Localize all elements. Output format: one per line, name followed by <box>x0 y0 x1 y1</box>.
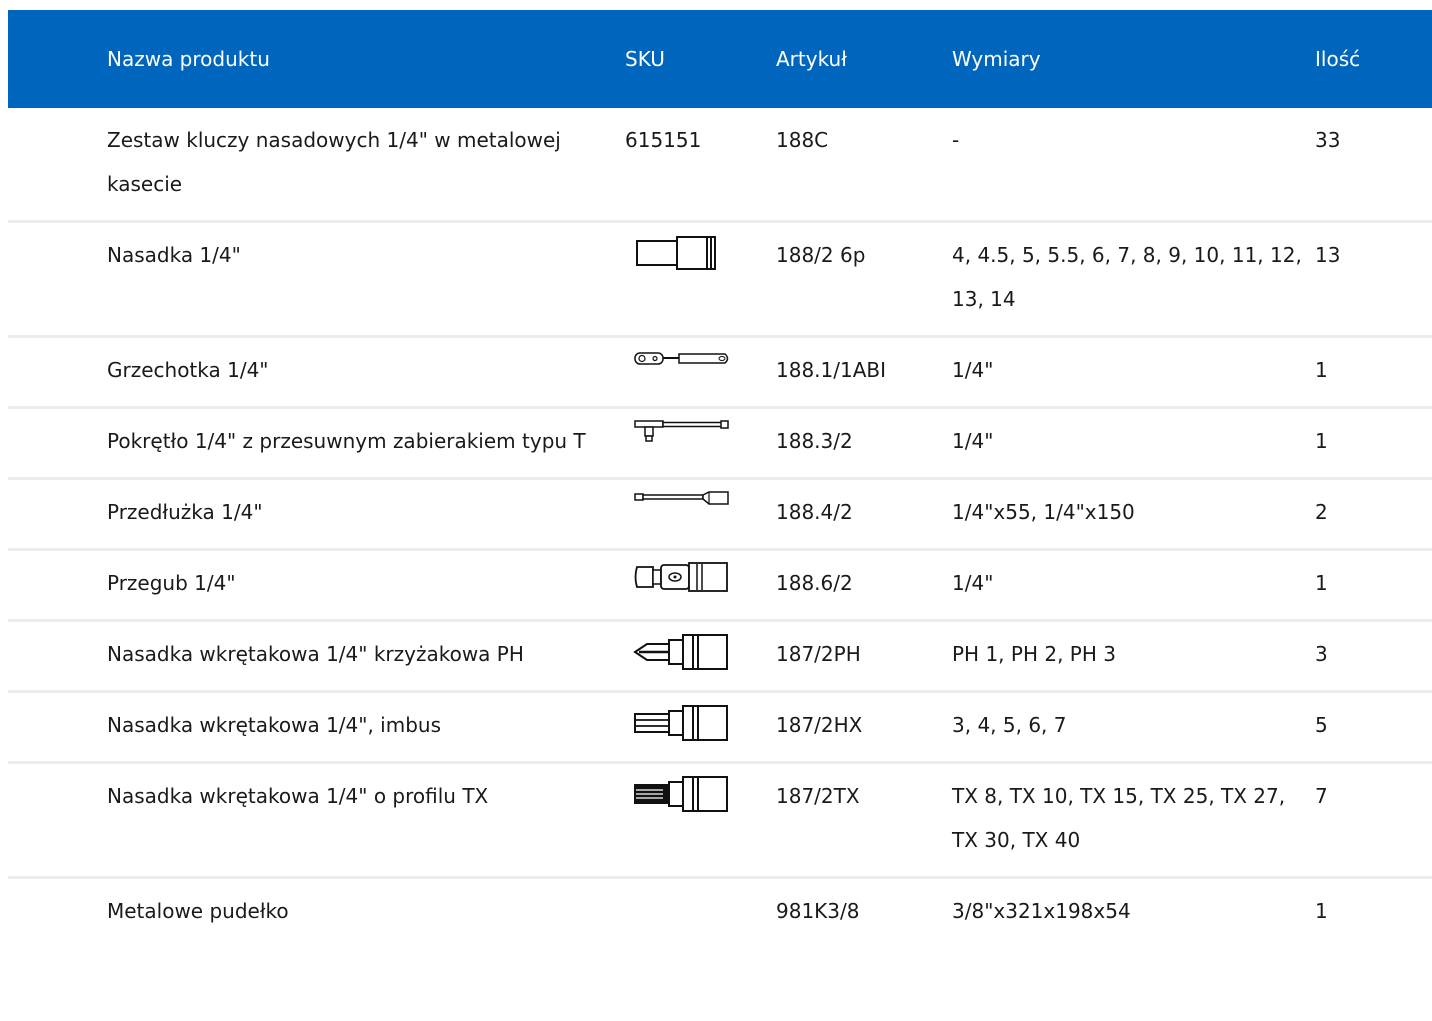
cell-dimensions: 1/4" <box>952 358 994 382</box>
cell-quantity: 1 <box>1315 429 1328 453</box>
cell-quantity: 13 <box>1315 243 1341 267</box>
cell-sku <box>625 763 776 878</box>
ratchet-icon <box>634 352 729 365</box>
column-header-name[interactable]: Nazwa produktu <box>8 10 625 108</box>
cell-dimensions: PH 1, PH 2, PH 3 <box>952 642 1116 666</box>
cell-name: Przegub 1/4" <box>107 571 236 595</box>
socket-icon <box>636 236 716 270</box>
column-header-article[interactable]: Artykuł <box>776 10 952 108</box>
table-header-row: Nazwa produktu SKU Artykuł Wymiary Ilość <box>8 10 1432 108</box>
cell-name: Grzechotka 1/4" <box>107 358 269 382</box>
column-header-quantity[interactable]: Ilość <box>1315 10 1432 108</box>
phillips-bit-socket-icon <box>633 634 728 670</box>
table-row: Nasadka 1/4" 188/2 6p 4, 4.5, 5, 5.5, 6,… <box>8 222 1432 337</box>
table-row: Pokrętło 1/4" z przesuwnym zabierakiem t… <box>8 408 1432 479</box>
cell-dimensions: 3/8"x321x198x54 <box>952 899 1131 923</box>
cell-article: 981K3/8 <box>776 899 860 923</box>
cell-quantity: 2 <box>1315 500 1328 524</box>
cell-quantity: 33 <box>1315 128 1341 152</box>
table-row: Nasadka wkrętakowa 1/4" krzyżakowa PH 18… <box>8 621 1432 692</box>
cell-dimensions: 1/4"x55, 1/4"x150 <box>952 500 1135 524</box>
cell-name: Metalowe pudełko <box>107 899 289 923</box>
cell-dimensions: 1/4" <box>952 571 994 595</box>
cell-dimensions: - <box>952 128 960 152</box>
cell-article: 188C <box>776 128 829 152</box>
extension-bar-icon <box>634 491 729 505</box>
cell-name: Zestaw kluczy nasadowych 1/4" w metalowe… <box>107 128 561 196</box>
table-row: Nasadka wkrętakowa 1/4", imbus 187/2HX 3… <box>8 692 1432 763</box>
column-header-sku[interactable]: SKU <box>625 10 776 108</box>
cell-article: 187/2TX <box>776 784 860 808</box>
cell-quantity: 1 <box>1315 358 1328 382</box>
universal-joint-icon <box>634 562 728 592</box>
hex-bit-socket-icon <box>634 705 728 741</box>
cell-dimensions: TX 8, TX 10, TX 15, TX 25, TX 27, TX 30,… <box>952 784 1286 852</box>
cell-article: 188.4/2 <box>776 500 853 524</box>
cell-article: 188.1/1ABI <box>776 358 887 382</box>
cell-sku <box>625 692 776 763</box>
cell-article: 187/2HX <box>776 713 863 737</box>
table-header: Nazwa produktu SKU Artykuł Wymiary Ilość <box>8 10 1432 108</box>
cell-name: Nasadka wkrętakowa 1/4" o profilu TX <box>107 784 489 808</box>
cell-quantity: 1 <box>1315 571 1328 595</box>
cell-sku <box>625 479 776 550</box>
t-handle-icon <box>634 420 729 442</box>
table-row: Grzechotka 1/4" 188.1/1ABI 1/4" 1 <box>8 337 1432 408</box>
table-row: Zestaw kluczy nasadowych 1/4" w metalowe… <box>8 108 1432 222</box>
cell-sku <box>625 621 776 692</box>
column-header-dimensions[interactable]: Wymiary <box>952 10 1315 108</box>
cell-article: 187/2PH <box>776 642 861 666</box>
torx-bit-socket-icon <box>634 776 728 812</box>
cell-sku <box>625 550 776 621</box>
cell-sku <box>625 222 776 337</box>
cell-article: 188/2 6p <box>776 243 866 267</box>
cell-name: Nasadka wkrętakowa 1/4", imbus <box>107 713 442 737</box>
product-table-container: Nazwa produktu SKU Artykuł Wymiary Ilość… <box>8 10 1432 947</box>
product-table: Nazwa produktu SKU Artykuł Wymiary Ilość… <box>8 10 1432 947</box>
table-row: Nasadka wkrętakowa 1/4" o profilu TX 187… <box>8 763 1432 878</box>
cell-article: 188.3/2 <box>776 429 853 453</box>
cell-name: Pokrętło 1/4" z przesuwnym zabierakiem t… <box>107 429 586 453</box>
cell-name: Nasadka wkrętakowa 1/4" krzyżakowa PH <box>107 642 524 666</box>
table-row: Metalowe pudełko 981K3/8 3/8"x321x198x54… <box>8 878 1432 948</box>
cell-dimensions: 4, 4.5, 5, 5.5, 6, 7, 8, 9, 10, 11, 12, … <box>952 243 1302 311</box>
cell-name: Przedłużka 1/4" <box>107 500 263 524</box>
table-row: Przedłużka 1/4" 188.4/2 1/4"x55, 1/4"x15… <box>8 479 1432 550</box>
cell-sku <box>625 878 776 948</box>
table-body: Zestaw kluczy nasadowych 1/4" w metalowe… <box>8 108 1432 947</box>
cell-sku: 615151 <box>625 128 702 152</box>
cell-name: Nasadka 1/4" <box>107 243 241 267</box>
cell-quantity: 5 <box>1315 713 1328 737</box>
cell-dimensions: 1/4" <box>952 429 994 453</box>
cell-article: 188.6/2 <box>776 571 853 595</box>
cell-sku <box>625 408 776 479</box>
cell-quantity: 7 <box>1315 784 1328 808</box>
cell-quantity: 3 <box>1315 642 1328 666</box>
table-row: Przegub 1/4" 188.6/2 1/4" 1 <box>8 550 1432 621</box>
cell-dimensions: 3, 4, 5, 6, 7 <box>952 713 1067 737</box>
cell-quantity: 1 <box>1315 899 1328 923</box>
cell-sku <box>625 337 776 408</box>
